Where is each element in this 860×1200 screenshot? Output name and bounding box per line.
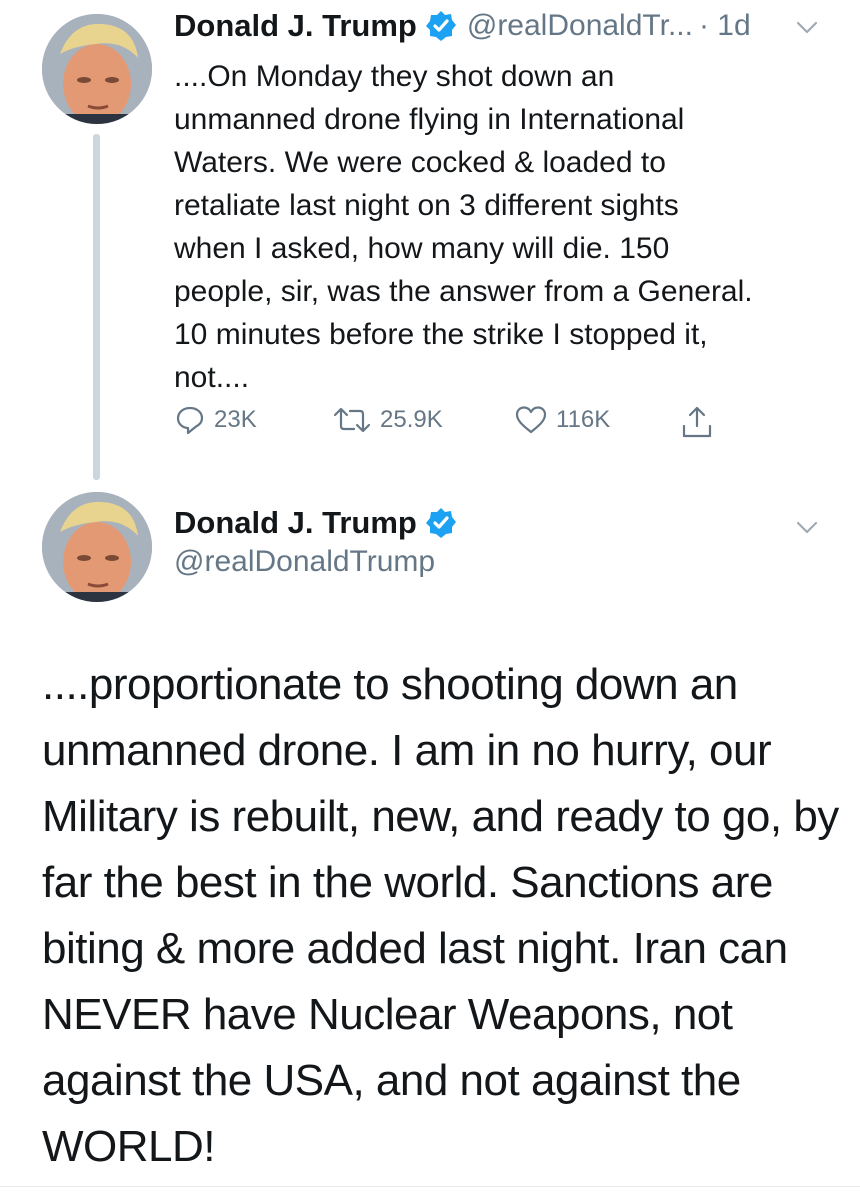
thread-line bbox=[93, 134, 100, 480]
share-icon bbox=[682, 406, 712, 438]
share-button[interactable] bbox=[680, 404, 722, 440]
tweet-text: ....proportionate to shooting down an un… bbox=[42, 660, 839, 1171]
verified-badge-icon bbox=[425, 507, 457, 539]
chevron-down-icon[interactable] bbox=[796, 521, 818, 535]
tweet-text: ....On Monday they shot down an unmanned… bbox=[174, 60, 753, 394]
avatar[interactable] bbox=[42, 492, 152, 602]
avatar[interactable] bbox=[42, 14, 152, 124]
divider bbox=[0, 1186, 860, 1187]
timestamp[interactable]: · 1d bbox=[699, 9, 751, 43]
retweet-count: 25.9K bbox=[380, 406, 443, 433]
tweet-header: Donald J. Trump @realDonaldTr... · 1d bbox=[174, 8, 751, 44]
verified-badge-icon bbox=[425, 10, 457, 42]
retweet-button[interactable]: 25.9K bbox=[332, 404, 443, 436]
handle[interactable]: @realDonaldTrump bbox=[174, 545, 435, 579]
tweet-header: Donald J. Trump bbox=[174, 505, 457, 541]
handle[interactable]: @realDonaldTr... bbox=[467, 9, 693, 43]
like-button[interactable]: 116K bbox=[514, 404, 610, 436]
reply-count: 23K bbox=[214, 406, 257, 433]
chevron-down-icon[interactable] bbox=[796, 21, 818, 35]
reply-icon bbox=[176, 406, 204, 435]
reply-button[interactable]: 23K bbox=[174, 404, 257, 436]
display-name[interactable]: Donald J. Trump bbox=[174, 8, 417, 44]
retweet-icon bbox=[333, 407, 371, 433]
like-icon bbox=[515, 406, 547, 434]
like-count: 116K bbox=[556, 406, 611, 433]
tweet-actions: 23K 25.9K 116K bbox=[174, 404, 734, 448]
display-name[interactable]: Donald J. Trump bbox=[174, 505, 417, 541]
